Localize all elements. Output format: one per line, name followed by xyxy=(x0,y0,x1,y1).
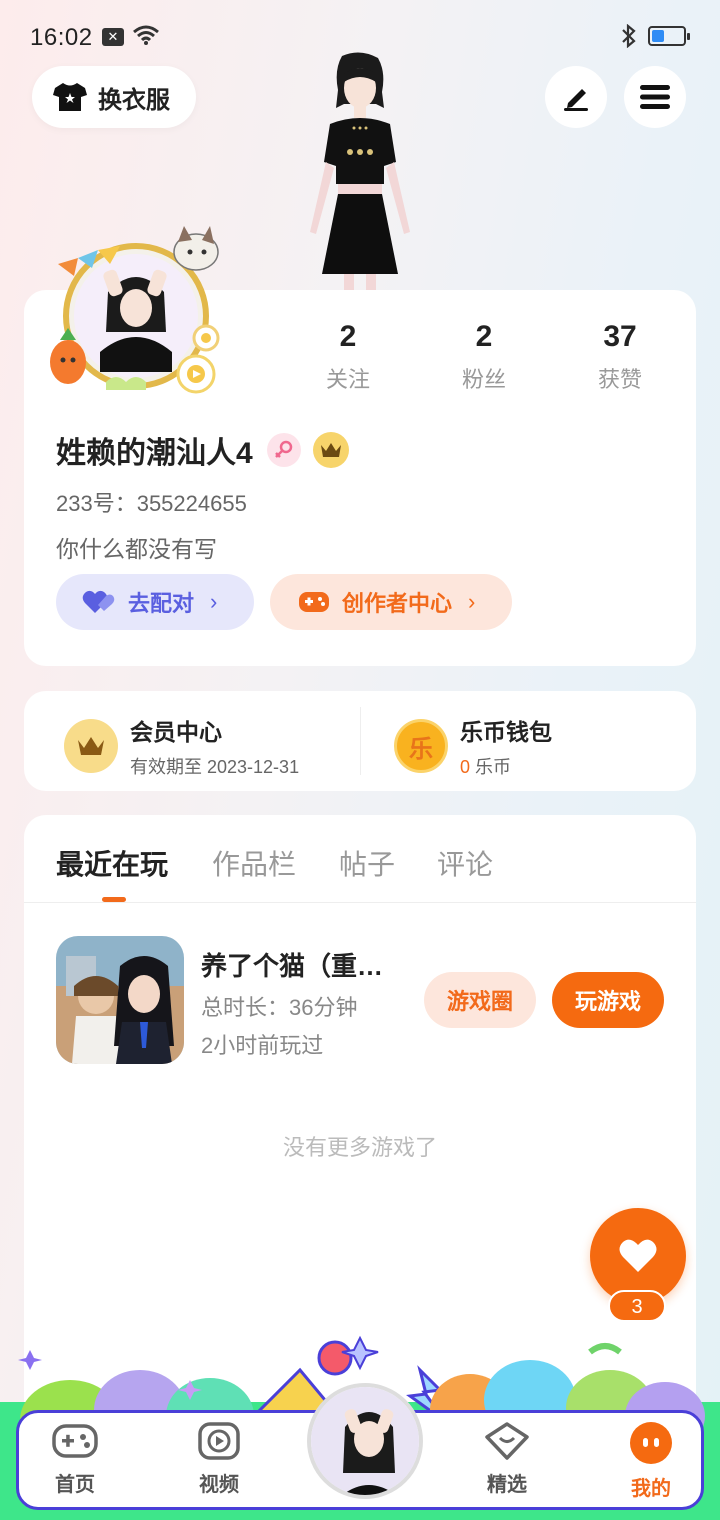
crown-icon xyxy=(64,719,118,773)
chevron-right-icon: › xyxy=(210,589,218,614)
vip-expiry: 有效期至 2023-12-31 xyxy=(130,757,300,777)
nav-featured-label: 精选 xyxy=(487,1474,527,1496)
tab-indicator xyxy=(102,897,126,902)
battery-level xyxy=(652,30,664,42)
menu-button[interactable] xyxy=(624,66,686,128)
username: 姓赖的潮汕人4 xyxy=(56,437,253,470)
notification-icon: ✕ xyxy=(102,28,124,46)
stat-following-value: 2 xyxy=(339,320,357,353)
wallet-entry[interactable]: 乐 乐币钱包 0 乐币 xyxy=(394,713,552,779)
member-card: 会员中心 有效期至 2023-12-31 乐 乐币钱包 0 乐币 xyxy=(24,691,696,791)
wallet-title: 乐币钱包 xyxy=(460,719,552,745)
nav-featured[interactable]: 精选 xyxy=(467,1421,547,1497)
hamburger-icon xyxy=(640,85,670,109)
divider xyxy=(360,707,361,775)
tab-comments[interactable]: 评论 xyxy=(437,843,493,883)
heart-icon xyxy=(619,1239,657,1272)
tab-recently-played[interactable]: 最近在玩 xyxy=(56,843,168,883)
vip-center-title: 会员中心 xyxy=(130,719,222,745)
stat-following[interactable]: 2 关注 xyxy=(298,320,398,394)
bluetooth-icon xyxy=(622,24,636,48)
double-heart-icon xyxy=(82,590,115,613)
vip-crown-icon xyxy=(312,432,349,468)
stat-followers[interactable]: 2 粉丝 xyxy=(434,320,534,394)
stat-likes-label: 获赞 xyxy=(597,367,642,392)
change-outfit-button[interactable]: 换衣服 xyxy=(32,66,196,128)
wallet-amount: 0 xyxy=(460,757,471,777)
creator-center-label: 创作者中心 xyxy=(342,591,453,616)
match-label: 去配对 xyxy=(128,591,195,616)
game-total-time: 总时长：36分钟 xyxy=(201,995,358,1020)
stat-followers-value: 2 xyxy=(475,320,493,353)
nav-video[interactable]: 视频 xyxy=(179,1421,259,1497)
face-icon xyxy=(630,1422,672,1464)
match-button[interactable]: 去配对 › xyxy=(56,574,254,630)
game-last-played: 2小时前玩过 xyxy=(201,1033,324,1058)
chevron-right-icon: › xyxy=(468,589,476,614)
heart-box-icon xyxy=(485,1422,529,1460)
character-avatar-figure[interactable] xyxy=(280,52,440,292)
bottom-nav: 首页 视频 精选 我的 xyxy=(16,1383,704,1510)
nav-me[interactable]: 我的 xyxy=(611,1421,691,1501)
edit-profile-button[interactable] xyxy=(545,66,607,128)
user-bio: 你什么都没有写 xyxy=(56,536,217,562)
gamepad-icon xyxy=(52,1424,98,1458)
wifi-icon xyxy=(133,25,159,45)
game-thumbnail[interactable] xyxy=(56,936,184,1064)
nav-me-label: 我的 xyxy=(631,1478,671,1500)
tab-posts[interactable]: 帖子 xyxy=(339,843,395,883)
vip-center-entry[interactable]: 会员中心 有效期至 2023-12-31 xyxy=(64,713,299,779)
coin-icon: 乐 xyxy=(394,719,448,773)
nav-home[interactable]: 首页 xyxy=(35,1421,115,1497)
tab-bar: 最近在玩 作品栏 帖子 评论 xyxy=(24,815,696,903)
battery-icon xyxy=(648,26,690,46)
user-id: 233号：355224655 xyxy=(56,491,247,516)
female-icon xyxy=(266,433,301,467)
stat-likes[interactable]: 37 获赞 xyxy=(570,320,670,394)
shirt-icon xyxy=(53,83,87,111)
play-game-button[interactable]: 玩游戏 xyxy=(552,972,664,1028)
no-more-games-text: 没有更多游戏了 xyxy=(282,1135,437,1160)
tab-works[interactable]: 作品栏 xyxy=(212,843,296,883)
username-row: 姓赖的潮汕人4 xyxy=(56,428,349,472)
nav-avatar-button[interactable] xyxy=(307,1383,423,1499)
play-icon xyxy=(198,1422,240,1460)
like-count-badge: 3 xyxy=(608,1290,666,1322)
stat-following-label: 关注 xyxy=(325,367,370,392)
game-list-item[interactable]: 养了个猫（重… 总时长：36分钟 2小时前玩过 游戏圈 玩游戏 xyxy=(56,936,676,1064)
stat-likes-value: 37 xyxy=(603,320,637,353)
wallet-unit: 乐币 xyxy=(475,757,512,777)
avatar-image xyxy=(311,1387,419,1495)
status-time: 16:02 xyxy=(30,24,93,51)
gamepad-icon xyxy=(299,592,329,612)
game-circle-button[interactable]: 游戏圈 xyxy=(424,972,536,1028)
stat-followers-label: 粉丝 xyxy=(461,367,506,392)
creator-center-button[interactable]: 创作者中心 › xyxy=(270,574,512,630)
game-title: 养了个猫（重… xyxy=(201,951,384,981)
nav-video-label: 视频 xyxy=(199,1474,239,1496)
user-avatar[interactable] xyxy=(46,222,222,402)
change-outfit-label: 换衣服 xyxy=(98,86,170,114)
pen-icon xyxy=(564,89,588,111)
nav-home-label: 首页 xyxy=(55,1474,95,1496)
coin-icon-glyph: 乐 xyxy=(409,735,433,763)
